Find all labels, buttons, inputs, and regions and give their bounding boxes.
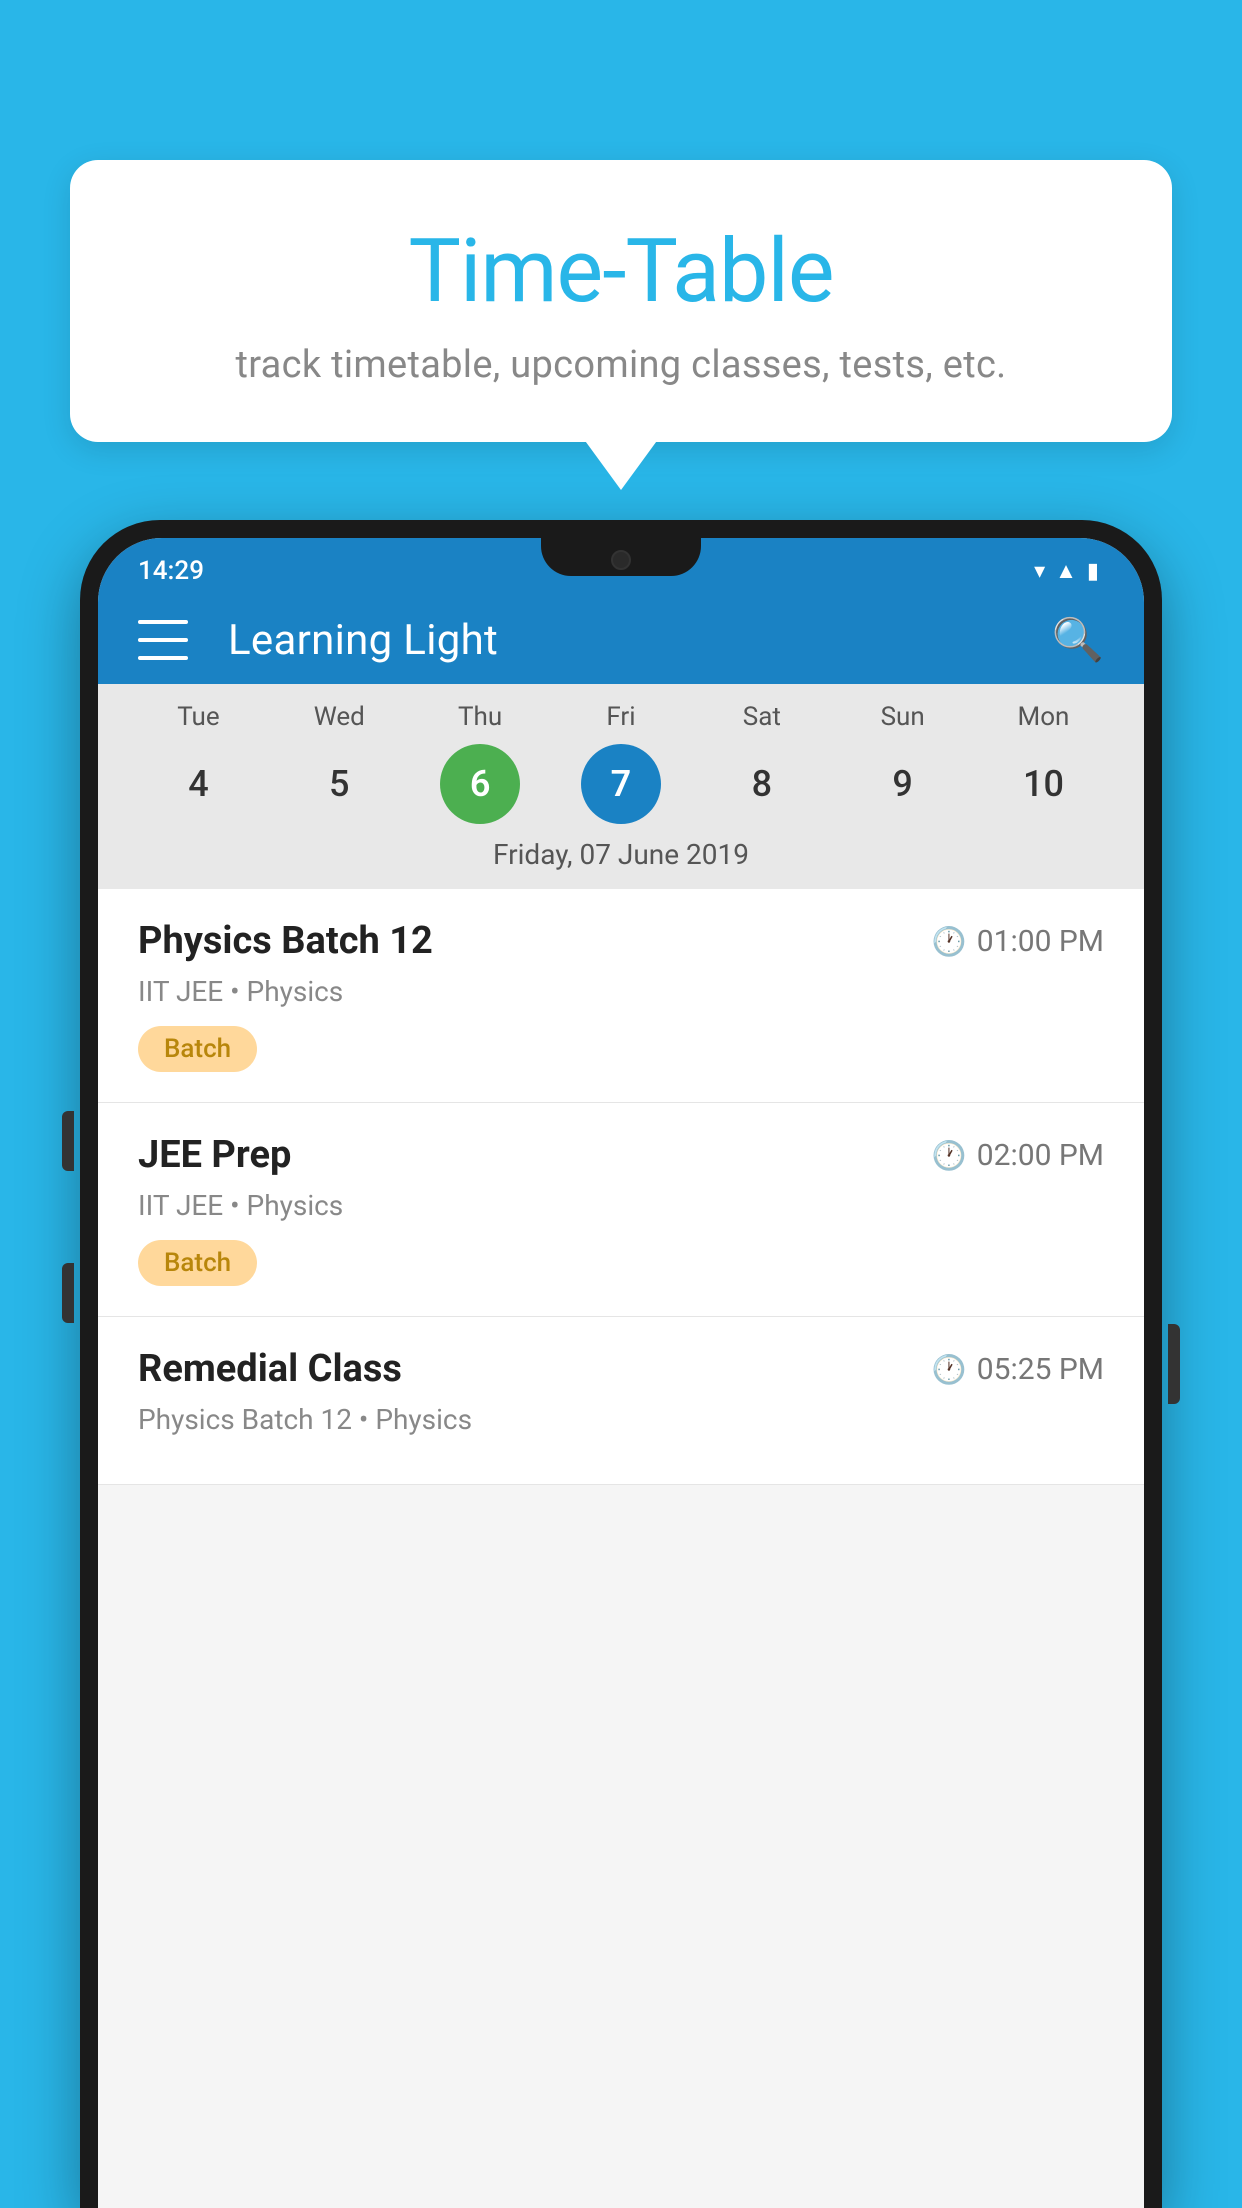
signal-icon: ▲: [1055, 558, 1077, 584]
schedule-item-1-title: Physics Batch 12: [138, 919, 433, 963]
schedule-list: Physics Batch 12 🕐 01:00 PM IIT JEE • Ph…: [98, 889, 1144, 1485]
app-title: Learning Light: [228, 616, 1022, 665]
side-handle-right: [1168, 1324, 1180, 1404]
day-7[interactable]: 7: [581, 744, 661, 824]
schedule-item-1-subtitle: IIT JEE • Physics: [138, 975, 1104, 1008]
calendar-header: Tue Wed Thu Fri Sat Sun Mon 4 5 6 7 8 9 …: [98, 684, 1144, 889]
day-label-tue: Tue: [148, 702, 248, 732]
menu-line-2: [138, 638, 188, 642]
day-8[interactable]: 8: [722, 744, 802, 824]
day-10[interactable]: 10: [1003, 744, 1083, 824]
status-icons: ▾ ▲ ▮: [1034, 558, 1099, 584]
schedule-item-3-title: Remedial Class: [138, 1347, 402, 1391]
schedule-item-1[interactable]: Physics Batch 12 🕐 01:00 PM IIT JEE • Ph…: [98, 889, 1144, 1103]
day-6[interactable]: 6: [440, 744, 520, 824]
app-bar: Learning Light 🔍: [98, 596, 1144, 684]
schedule-item-3-time: 🕐 05:25 PM: [932, 1352, 1104, 1387]
day-label-wed: Wed: [289, 702, 389, 732]
menu-line-1: [138, 620, 188, 624]
schedule-item-3-header: Remedial Class 🕐 05:25 PM: [138, 1347, 1104, 1391]
clock-icon-3: 🕐: [932, 1353, 967, 1386]
battery-icon: ▮: [1087, 559, 1099, 584]
day-numbers: 4 5 6 7 8 9 10: [128, 744, 1114, 824]
schedule-item-2-tag: Batch: [138, 1240, 257, 1286]
wifi-icon: ▾: [1034, 559, 1045, 584]
bubble-subtitle: track timetable, upcoming classes, tests…: [120, 343, 1122, 387]
day-label-fri: Fri: [571, 702, 671, 732]
side-handle-left2: [62, 1263, 74, 1323]
day-9[interactable]: 9: [863, 744, 943, 824]
day-label-sat: Sat: [712, 702, 812, 732]
schedule-item-2-header: JEE Prep 🕐 02:00 PM: [138, 1133, 1104, 1177]
day-4[interactable]: 4: [158, 744, 238, 824]
day-label-mon: Mon: [993, 702, 1093, 732]
clock-icon-2: 🕐: [932, 1139, 967, 1172]
day-label-thu: Thu: [430, 702, 530, 732]
front-camera: [611, 550, 631, 570]
phone-frame: 14:29 ▾ ▲ ▮ Learning Light 🔍 Tue Wed Thu: [80, 520, 1162, 2208]
day-labels: Tue Wed Thu Fri Sat Sun Mon: [128, 702, 1114, 732]
status-time: 14:29: [138, 556, 204, 586]
speech-bubble: Time-Table track timetable, upcoming cla…: [70, 160, 1172, 442]
schedule-item-3[interactable]: Remedial Class 🕐 05:25 PM Physics Batch …: [98, 1317, 1144, 1485]
side-handle-left: [62, 1111, 74, 1171]
menu-line-3: [138, 656, 188, 660]
schedule-item-1-time: 🕐 01:00 PM: [932, 924, 1104, 959]
schedule-item-2-subtitle: IIT JEE • Physics: [138, 1189, 1104, 1222]
menu-button[interactable]: [138, 620, 188, 660]
schedule-item-1-tag: Batch: [138, 1026, 257, 1072]
schedule-item-1-header: Physics Batch 12 🕐 01:00 PM: [138, 919, 1104, 963]
search-icon[interactable]: 🔍: [1052, 616, 1104, 665]
day-label-sun: Sun: [853, 702, 953, 732]
schedule-item-3-subtitle: Physics Batch 12 • Physics: [138, 1403, 1104, 1436]
schedule-item-2-time: 🕐 02:00 PM: [932, 1138, 1104, 1173]
bubble-title: Time-Table: [120, 220, 1122, 323]
schedule-item-2-title: JEE Prep: [138, 1133, 291, 1177]
clock-icon-1: 🕐: [932, 925, 967, 958]
selected-date: Friday, 07 June 2019: [128, 838, 1114, 879]
day-5[interactable]: 5: [299, 744, 379, 824]
phone-notch: [541, 538, 701, 576]
phone-screen: 14:29 ▾ ▲ ▮ Learning Light 🔍 Tue Wed Thu: [98, 538, 1144, 2208]
schedule-item-2[interactable]: JEE Prep 🕐 02:00 PM IIT JEE • Physics Ba…: [98, 1103, 1144, 1317]
